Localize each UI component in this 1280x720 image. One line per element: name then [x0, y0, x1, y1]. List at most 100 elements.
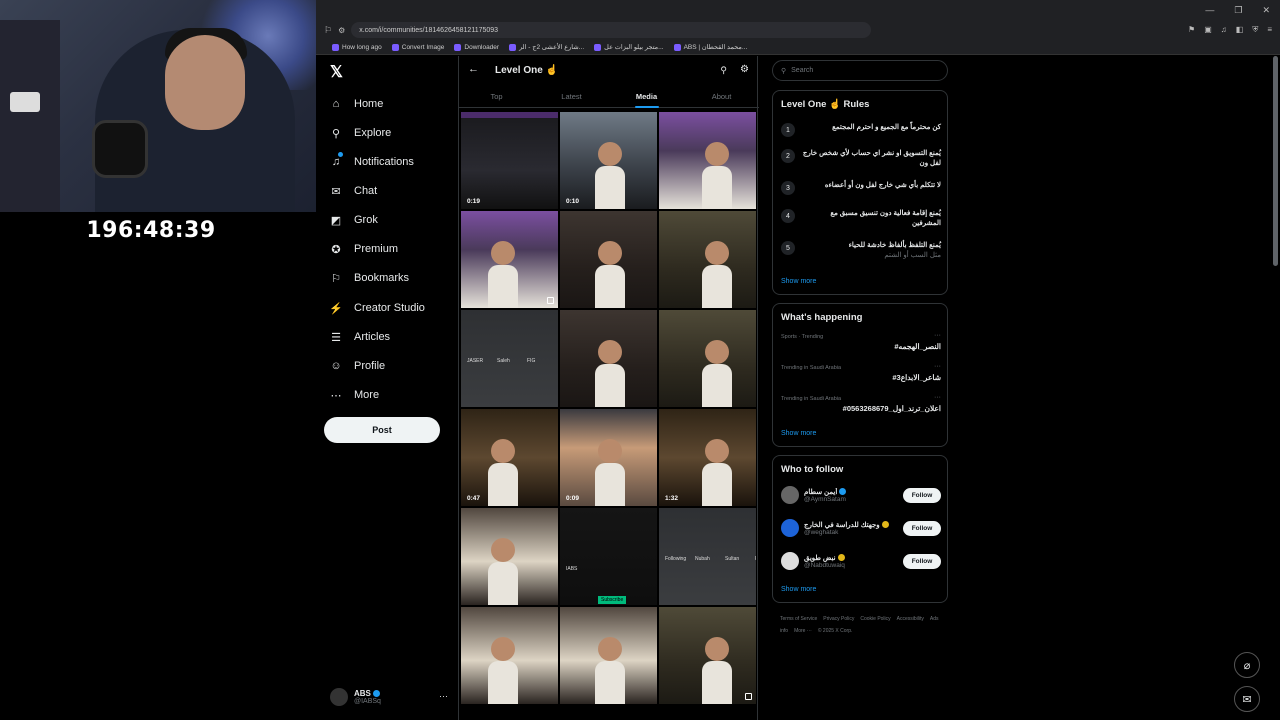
footer-link[interactable]: Terms of Service: [780, 616, 817, 622]
media-tile[interactable]: [560, 607, 657, 704]
bookmark-item[interactable]: Convert Image: [391, 43, 444, 51]
trend-more-icon[interactable]: ···: [934, 363, 941, 370]
minimize-icon[interactable]: —: [1205, 5, 1214, 15]
footer-link[interactable]: © 2025 X Corp.: [818, 628, 853, 634]
footer-link[interactable]: Privacy Policy: [823, 616, 854, 622]
sidebar-icon[interactable]: ◧: [1236, 25, 1244, 35]
nav-item-chat[interactable]: ✉ Chat: [330, 181, 377, 201]
rule-item[interactable]: 4 يُمنع إقامة فعالية دون تنسيق مسبق مع ال…: [781, 209, 941, 229]
media-tile[interactable]: [659, 211, 756, 308]
follow-suggestion[interactable]: أيمن سطام @AymnSatam Follow: [781, 484, 941, 506]
media-tile[interactable]: JASER Saleh FIG: [461, 310, 558, 407]
rule-item[interactable]: 1 كن محترماً مع الجميع و احترم المجتمع: [781, 123, 941, 137]
grok-fab-icon[interactable]: ⌀: [1234, 652, 1260, 678]
profile-icon: ☺: [330, 360, 342, 372]
nav-item-more[interactable]: ⋯ More: [330, 385, 380, 405]
tab-latest[interactable]: Latest: [534, 86, 609, 107]
rules-show-more[interactable]: Show more: [781, 278, 816, 285]
follow-button[interactable]: Follow: [903, 520, 941, 536]
nav-item-home[interactable]: ⌂ Home: [330, 94, 384, 114]
close-window-icon[interactable]: ✕: [1262, 5, 1270, 16]
media-tile[interactable]: 0:47: [461, 409, 558, 506]
media-tile[interactable]: IABS Subscribe: [560, 508, 657, 605]
footer-link[interactable]: More ···: [794, 628, 812, 634]
nav-item-grok[interactable]: ◩ Grok: [330, 210, 378, 230]
music-icon[interactable]: ♫: [1221, 25, 1227, 35]
media-tile[interactable]: [461, 607, 558, 704]
nav-item-creator-studio[interactable]: ⚡ Creator Studio: [329, 298, 425, 318]
media-tile[interactable]: [659, 607, 756, 704]
trend-item[interactable]: Sports · Trending #النصر_الهجمه ···: [781, 332, 941, 351]
follow-suggestion[interactable]: نبض طويق @Nabdtuwaiq Follow: [781, 550, 941, 572]
scrollbar[interactable]: [1273, 56, 1278, 266]
rule-item[interactable]: 2 يُمنع التسويق او نشر اي حساب لأي شخص خا…: [781, 149, 941, 169]
media-tile[interactable]: 1:32: [659, 409, 756, 506]
media-tile[interactable]: [659, 310, 756, 407]
media-tile[interactable]: [560, 310, 657, 407]
x-logo-icon[interactable]: 𝕏: [330, 62, 343, 82]
search-input[interactable]: ⚲ Search: [772, 60, 948, 81]
post-button[interactable]: Post: [324, 417, 440, 443]
trend-item[interactable]: Trending in Saudi Arabia #اعلان_ترند_اول_…: [781, 394, 941, 413]
bookmark-item[interactable]: Downloader: [454, 43, 499, 51]
gear-icon[interactable]: ⚙: [740, 64, 749, 75]
nav-item-bookmarks[interactable]: ⚐ Bookmarks: [330, 268, 409, 288]
extension-icon[interactable]: ⚑: [1188, 25, 1195, 35]
media-tile[interactable]: Following Nubah Sultan FIGHTER: [659, 508, 756, 605]
photo-subject: [491, 439, 515, 463]
nav-item-explore[interactable]: ⚲ Explore: [330, 123, 391, 143]
footer-link[interactable]: Cookie Policy: [860, 616, 890, 622]
rule-item[interactable]: 3 لا تتكلم بأي شي خارج لفل ون أو أعضاءه: [781, 181, 941, 195]
media-tile[interactable]: [461, 211, 558, 308]
tab-about[interactable]: About: [684, 86, 759, 107]
follow-suggestion[interactable]: وجهتك للدراسة في الخارج @weghatak Follow: [781, 517, 941, 539]
media-tile[interactable]: 0:09: [560, 409, 657, 506]
nav-item-notifications[interactable]: ♫ Notifications: [330, 152, 414, 172]
url-field[interactable]: x.com/i/communities/1814626458121175093: [351, 22, 872, 38]
trends-show-more[interactable]: Show more: [781, 430, 816, 437]
bookmark-item[interactable]: شارع الأعشى 2ج - الر...: [509, 43, 584, 51]
trend-more-icon[interactable]: ···: [934, 394, 941, 401]
more-options-icon[interactable]: ···: [439, 691, 448, 701]
trend-more-icon[interactable]: ···: [934, 332, 941, 339]
tab-top[interactable]: Top: [459, 86, 534, 107]
search-icon[interactable]: ⚲: [720, 65, 727, 76]
bookmark-item[interactable]: ABS | محمد القحطان...: [673, 43, 748, 51]
avatar: [781, 552, 799, 570]
media-tile[interactable]: [461, 508, 558, 605]
follow-button[interactable]: Follow: [903, 487, 941, 503]
rule-main-text: لا تتكلم بأي شي خارج لفل ون أو أعضاءه: [824, 182, 941, 189]
tab-media[interactable]: Media: [609, 86, 684, 108]
back-arrow-icon[interactable]: ←: [468, 63, 479, 75]
restore-icon[interactable]: ❐: [1234, 5, 1242, 16]
footer-link[interactable]: Accessibility: [897, 616, 924, 622]
bookmark-star-icon[interactable]: ⚐: [324, 25, 332, 36]
photo-subject-body: [488, 265, 518, 308]
media-tile[interactable]: 0:10: [560, 112, 657, 209]
media-tile[interactable]: [659, 112, 756, 209]
trend-item[interactable]: Trending in Saudi Arabia #شاعر_الابداع3 ··…: [781, 363, 941, 382]
bookmark-label: ABS | محمد القحطان...: [683, 44, 748, 51]
screen: 196:48:39 — ❐ ✕ ⚐ ⚙ x.com/i/communities/…: [0, 0, 1280, 720]
wallet-icon[interactable]: ▣: [1204, 25, 1212, 35]
account-switcher[interactable]: ABS @IABSq ···: [330, 684, 450, 710]
media-label: FIG: [527, 358, 536, 364]
messages-fab-icon[interactable]: ✉: [1234, 686, 1260, 712]
follow-show-more[interactable]: Show more: [781, 586, 816, 593]
rule-item[interactable]: 5 يُمنع التلفظ بألفاظ خادشة للحياء مثل الس…: [781, 241, 941, 261]
nav-item-label: Creator Studio: [354, 302, 425, 314]
nav-item-profile[interactable]: ☺ Profile: [330, 356, 385, 376]
menu-icon[interactable]: ≡: [1267, 25, 1272, 35]
bookmark-item[interactable]: How long ago: [332, 43, 382, 51]
nav-item-articles[interactable]: ☰ Articles: [330, 327, 390, 347]
follow-handle: @AymnSatam: [804, 495, 846, 503]
bookmark-item[interactable]: متجر بيلو البزات عل...: [594, 43, 664, 51]
media-tile[interactable]: 0:19: [461, 112, 558, 209]
site-settings-icon[interactable]: ⚙: [338, 26, 345, 35]
shield-icon[interactable]: ⛨: [1252, 25, 1258, 35]
photo-subject: [598, 439, 622, 463]
media-label: FIGHTER: [755, 556, 756, 562]
nav-item-premium[interactable]: ✪ Premium: [330, 239, 398, 259]
follow-button[interactable]: Follow: [903, 553, 941, 569]
media-tile[interactable]: [560, 211, 657, 308]
